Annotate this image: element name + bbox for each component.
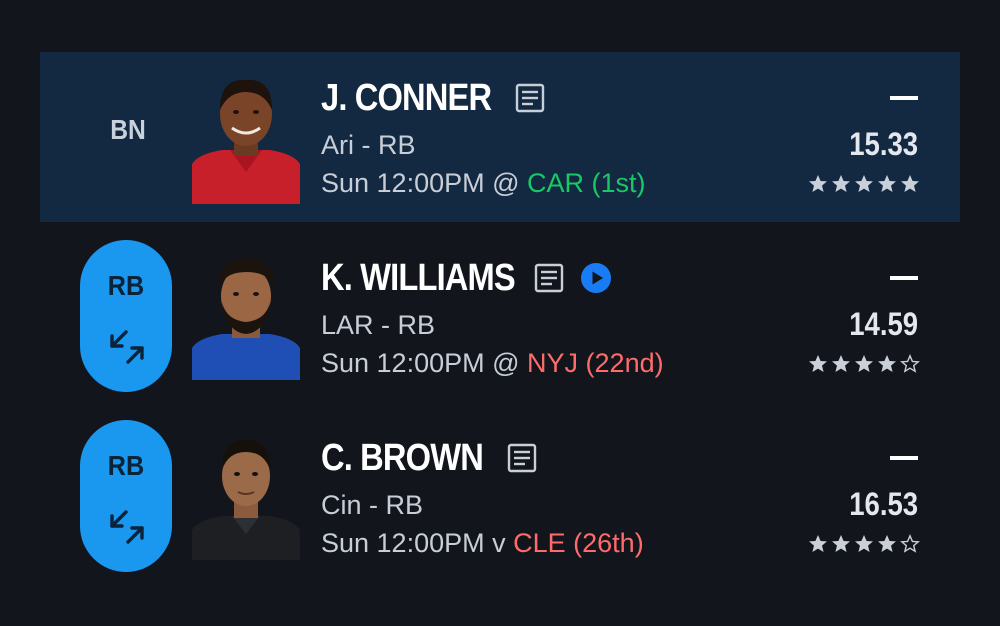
note-icon[interactable] [534, 263, 564, 293]
projected-points: 16.53 [849, 486, 918, 522]
slot-label[interactable]: BN [102, 114, 155, 146]
slot-swap-button[interactable]: RB [80, 240, 172, 392]
projection-dash [890, 96, 918, 100]
player-name[interactable]: J. CONNER [321, 77, 492, 120]
swap-arrows-icon [106, 506, 148, 548]
game-time: Sun 12:00PM v [321, 528, 514, 558]
star-filled-icon [808, 534, 828, 554]
star-filled-icon [831, 174, 851, 194]
slot-label: RB [107, 270, 145, 301]
star-filled-icon [808, 354, 828, 374]
team-position: Ari - RB [321, 130, 416, 160]
projected-points: 14.59 [849, 306, 918, 342]
player-photo [192, 76, 300, 204]
star-filled-icon [854, 534, 874, 554]
rating-stars [808, 534, 920, 554]
swap-arrows-icon [106, 326, 148, 368]
team-position: LAR - RB [321, 310, 436, 340]
player-row-conner[interactable]: BN J. CONNER Ari - RB Sun 12:00PM @ CAR … [40, 52, 960, 222]
opponent: CAR (1st) [527, 168, 646, 198]
rating-stars [808, 174, 920, 194]
projection-dash [890, 456, 918, 460]
slot-swap-button[interactable]: RB [80, 420, 172, 572]
star-filled-icon [900, 174, 920, 194]
star-empty-icon [900, 534, 920, 554]
opponent: NYJ (22nd) [527, 348, 664, 378]
game-time: Sun 12:00PM @ [321, 168, 528, 198]
player-name[interactable]: C. BROWN [321, 437, 484, 480]
star-filled-icon [831, 534, 851, 554]
player-row-brown[interactable]: RB C. BROWN Cin - RB Sun 12:00PM v CLE (… [40, 412, 960, 582]
player-photo [192, 252, 300, 380]
star-filled-icon [854, 174, 874, 194]
star-filled-icon [808, 174, 828, 194]
star-filled-icon [831, 354, 851, 374]
star-empty-icon [900, 354, 920, 374]
player-row-williams[interactable]: RB K. WILLIAMS LAR - RB Sun 12:00PM @ NY… [40, 232, 960, 402]
play-video-icon[interactable] [580, 262, 612, 294]
slot-label: RB [107, 450, 145, 481]
game-info: Sun 12:00PM @ NYJ (22nd) [321, 348, 664, 379]
name-line: J. CONNER [321, 76, 545, 120]
star-filled-icon [877, 534, 897, 554]
name-line: C. BROWN [321, 436, 537, 480]
name-line: K. WILLIAMS [321, 256, 612, 300]
star-filled-icon [877, 354, 897, 374]
game-info: Sun 12:00PM @ CAR (1st) [321, 168, 646, 199]
opponent: CLE (26th) [513, 528, 644, 558]
star-filled-icon [877, 174, 897, 194]
projected-points: 15.33 [849, 126, 918, 162]
player-photo [192, 432, 300, 560]
team-position: Cin - RB [321, 490, 424, 520]
star-filled-icon [854, 354, 874, 374]
rating-stars [808, 354, 920, 374]
note-icon[interactable] [515, 83, 545, 113]
game-info: Sun 12:00PM v CLE (26th) [321, 528, 644, 559]
game-time: Sun 12:00PM @ [321, 348, 528, 378]
note-icon[interactable] [507, 443, 537, 473]
projection-dash [890, 276, 918, 280]
player-name[interactable]: K. WILLIAMS [321, 257, 516, 300]
